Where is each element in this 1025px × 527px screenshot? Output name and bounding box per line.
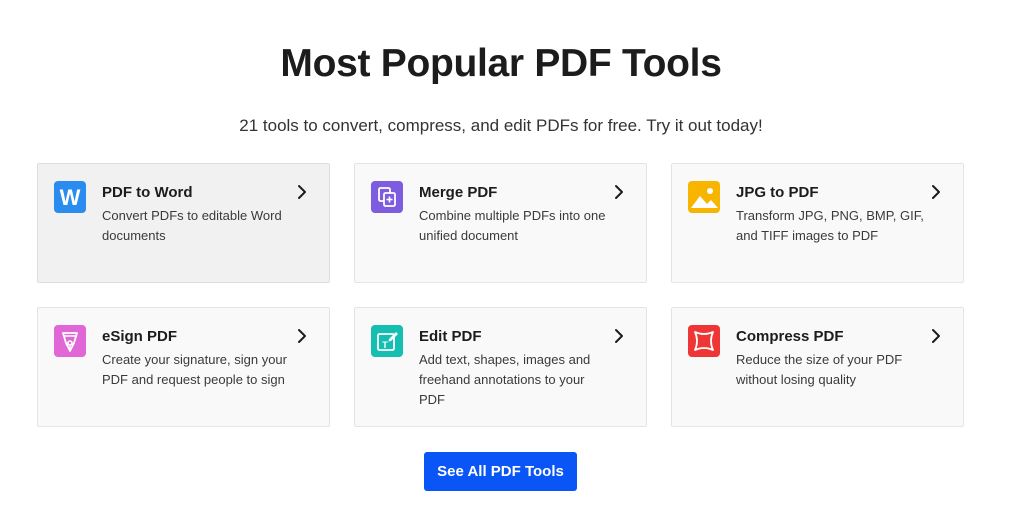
tool-card-title: Edit PDF [419, 328, 482, 345]
chevron-right-icon [615, 329, 623, 343]
tool-card-title: eSign PDF [102, 328, 178, 345]
tool-card-title: PDF to Word [102, 184, 193, 201]
word-icon: W [54, 181, 86, 213]
tool-card-description: Create your signature, sign your PDF and… [102, 352, 287, 387]
tool-card-esign-pdf[interactable]: eSign PDF Create your signature, sign yo… [37, 307, 330, 427]
pen-nib-icon [54, 325, 86, 357]
tool-card-title: Merge PDF [419, 184, 498, 201]
image-icon [688, 181, 720, 213]
svg-text:W: W [60, 185, 81, 210]
tool-card-compress-pdf[interactable]: Compress PDF Reduce the size of your PDF… [671, 307, 964, 427]
chevron-right-icon [615, 185, 623, 199]
tool-card-pdf-to-word[interactable]: W PDF to Word Convert PDFs to editable W… [37, 163, 330, 283]
chevron-right-icon [932, 185, 940, 199]
see-all-tools-button[interactable]: See All PDF Tools [424, 452, 577, 491]
chevron-right-icon [298, 329, 306, 343]
page-subtitle: 21 tools to convert, compress, and edit … [239, 116, 763, 135]
tool-card-description: Combine multiple PDFs into one unified d… [419, 208, 606, 243]
tool-card-merge-pdf[interactable]: Merge PDF Combine multiple PDFs into one… [354, 163, 647, 283]
tool-card-title: JPG to PDF [736, 184, 819, 201]
tool-card-description: Add text, shapes, images and freehand an… [419, 352, 591, 407]
page-title: Most Popular PDF Tools [280, 42, 722, 85]
tool-card-description: Reduce the size of your PDF without losi… [736, 352, 903, 387]
tool-card-description: Transform JPG, PNG, BMP, GIF, and TIFF i… [736, 208, 924, 243]
tool-card-edit-pdf[interactable]: T Edit PDF Add text, shapes, images and … [354, 307, 647, 427]
tool-card-jpg-to-pdf[interactable]: JPG to PDF Transform JPG, PNG, BMP, GIF,… [671, 163, 964, 283]
chevron-right-icon [298, 185, 306, 199]
chevron-right-icon [932, 329, 940, 343]
compress-icon [688, 325, 720, 357]
svg-text:T: T [382, 340, 388, 350]
tool-card-title: Compress PDF [736, 328, 844, 345]
edit-icon: T [371, 325, 403, 357]
merge-icon [371, 181, 403, 213]
tool-card-description: Convert PDFs to editable Word documents [102, 208, 282, 243]
